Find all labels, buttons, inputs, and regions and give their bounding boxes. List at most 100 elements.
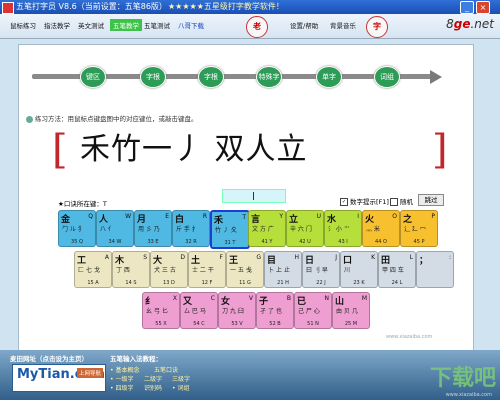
menu-bg-music[interactable]: 背景音乐 xyxy=(330,20,356,30)
key-K[interactable]: 口 K 川 23 K xyxy=(340,251,378,288)
key-sub-radicals: 匚 七 戈 xyxy=(78,267,100,274)
key-sub-radicals: 灬 米 xyxy=(366,226,380,233)
key-zone-code: 34 W xyxy=(108,239,122,245)
key-zone-code: 22 J xyxy=(316,280,326,286)
checkbox-empty-icon[interactable] xyxy=(390,198,398,206)
key-zone-code: 14 S xyxy=(125,280,137,286)
key-sub-radicals: 氵 小 ⺌ xyxy=(328,226,350,233)
key-:[interactable]: ；: xyxy=(416,251,454,288)
tutorial-link-id-code[interactable]: 识别码 xyxy=(144,383,162,392)
key-zone-code: 55 X xyxy=(155,321,167,327)
key-A[interactable]: 工A匚 七 戈 15 A xyxy=(74,251,112,288)
key-zone-code: 42 U xyxy=(299,239,311,245)
teacher-badge-icon[interactable]: 老 xyxy=(246,16,268,38)
tutorial-link-phrase[interactable]: • 词组 xyxy=(172,383,189,392)
practice-bracket-close: ] xyxy=(432,127,448,173)
key-B[interactable]: 子B孑 了 也 52 B xyxy=(256,292,294,329)
key-zone-code: 15 A xyxy=(87,280,99,286)
typing-input[interactable] xyxy=(222,189,286,203)
key-sub-radicals: 一 五 戋 xyxy=(230,267,252,274)
site-logo[interactable]: 8ge.net xyxy=(446,17,494,31)
key-R[interactable]: 白R斤 手 扌 32 R xyxy=(172,210,210,247)
key-F[interactable]: 土F士 二 干 12 F xyxy=(188,251,226,288)
key-D[interactable]: 大D犬 三 古 13 D xyxy=(150,251,188,288)
skip-button[interactable]: 跳过 xyxy=(418,194,444,206)
key-letter: F xyxy=(219,254,223,261)
key-N[interactable]: 已N己 尸 心 51 N xyxy=(294,292,332,329)
key-zone-code: 54 C xyxy=(193,321,205,327)
key-V[interactable]: 女V刀 九 臼 53 V xyxy=(218,292,256,329)
key-Y[interactable]: 言Y文 方 广 41 Y xyxy=(248,210,286,247)
menu-settings-help[interactable]: 设置/帮助 xyxy=(290,20,318,30)
tutorial-link-level4[interactable]: • 四级字 xyxy=(110,383,133,392)
key-U[interactable]: 立U辛 六 门 42 U xyxy=(286,210,324,247)
key-J[interactable]: 日J曰 刂 早 22 J xyxy=(302,251,340,288)
key-sub-radicals: 辛 六 门 xyxy=(290,226,312,233)
key-sub-radicals: 曰 刂 早 xyxy=(306,267,328,274)
key-letter: E xyxy=(165,213,169,220)
key-X[interactable]: 纟X幺 弓 匕 55 X xyxy=(142,292,180,329)
key-zone-code: 52 B xyxy=(269,321,281,327)
random-checkbox[interactable]: 随机 xyxy=(390,196,413,206)
minimize-button[interactable]: _ xyxy=(460,1,474,14)
practice-text: 禾竹一丿 双人立 xyxy=(80,132,308,167)
key-sub-radicals: 丁 西 xyxy=(116,267,130,274)
flow-arrow-icon xyxy=(430,70,442,84)
site-link-title[interactable]: 麦田网址（点击设为主页） xyxy=(10,353,88,363)
key-C[interactable]: 又C厶 巴 马 54 C xyxy=(180,292,218,329)
step-single-chars[interactable]: 单字 xyxy=(316,66,342,88)
key-zone-code: 21 H xyxy=(277,280,289,286)
key-letter: O xyxy=(392,213,397,220)
step-keyboard-area[interactable]: 键区 xyxy=(80,66,106,88)
word-badge-icon[interactable]: 字 xyxy=(366,16,388,38)
menu-fingering[interactable]: 指法教学 xyxy=(44,20,70,30)
menu-english-test[interactable]: 英文测试 xyxy=(78,20,104,30)
key-I[interactable]: 水I氵 小 ⺌ 43 I xyxy=(324,210,362,247)
key-sub-radicals: 八 亻 xyxy=(100,226,114,233)
digit-hint-checkbox[interactable]: ✓ 数字提示[F1] xyxy=(340,196,389,206)
key-S[interactable]: 木S丁 西 14 S xyxy=(112,251,150,288)
tutorial-link-level3[interactable]: 三级字 xyxy=(172,374,190,383)
key-zone-code: 43 I xyxy=(338,239,348,245)
key-zone-code: 12 F xyxy=(201,280,213,286)
menu-download[interactable]: 八哥下载 xyxy=(178,20,204,30)
key-M[interactable]: 山M由 贝 几 25 M xyxy=(332,292,370,329)
key-letter: N xyxy=(324,295,330,302)
step-radicals-1[interactable]: 字根 xyxy=(140,66,166,88)
key-Q[interactable]: 金Q勹 ル 犭 35 Q xyxy=(58,210,96,247)
key-W[interactable]: 人W八 亻 34 W xyxy=(96,210,134,247)
key-sub-radicals: 卜 上 止 xyxy=(268,267,290,274)
step-phrases[interactable]: 词组 xyxy=(374,66,400,88)
key-G[interactable]: 王G一 五 戋 11 G xyxy=(226,251,264,288)
close-button[interactable]: × xyxy=(476,1,490,14)
step-radicals-2[interactable]: 字根 xyxy=(198,66,224,88)
key-zone-code: 24 L xyxy=(391,280,403,286)
tutorial-link-level2[interactable]: 二级字 xyxy=(144,374,162,383)
key-P[interactable]: 之P辶 廴 冖 45 P xyxy=(400,210,438,247)
key-zone-code: 31 T xyxy=(224,240,236,246)
key-letter: K xyxy=(371,254,375,261)
key-letter: R xyxy=(202,213,207,220)
key-zone-code: 45 P xyxy=(413,239,425,245)
key-sub-radicals: 辶 廴 冖 xyxy=(404,226,426,233)
menu-bar: 鼠标练习 指法教学 英文测试 五笔教学 五笔测试 八哥下载 老 设置/帮助 背景… xyxy=(0,14,500,39)
key-E[interactable]: 月E用 彡 乃 33 E xyxy=(134,210,172,247)
checkbox-checked-icon[interactable]: ✓ xyxy=(340,198,348,206)
key-sub-radicals: 厶 巴 马 xyxy=(184,308,206,315)
menu-wubi-test[interactable]: 五笔测试 xyxy=(144,20,170,30)
mytian-logo[interactable]: MyTian.com 上网导航 xyxy=(12,364,106,392)
key-T[interactable]: 禾T竹 丿 夂 31 T xyxy=(210,210,250,249)
menu-wubi-teaching[interactable]: 五笔教学 xyxy=(110,19,142,31)
tutorial-link-level1[interactable]: • 一级字 xyxy=(110,374,133,383)
tutorial-link-basic[interactable]: • 基本概念 xyxy=(110,365,139,374)
menu-mouse-practice[interactable]: 鼠标练习 xyxy=(10,20,36,30)
key-L[interactable]: 田L甲 四 车 24 L xyxy=(378,251,416,288)
tutorial-link-rhyme[interactable]: 五笔口诀 xyxy=(154,365,178,374)
key-sub-radicals: 士 二 干 xyxy=(192,267,214,274)
text-cursor xyxy=(253,192,254,200)
key-sub-radicals: 幺 弓 匕 xyxy=(146,308,168,315)
key-letter: : xyxy=(448,254,451,261)
key-O[interactable]: 火O灬 米 44 O xyxy=(362,210,400,247)
key-H[interactable]: 目H卜 上 止 21 H xyxy=(264,251,302,288)
step-special-chars[interactable]: 特殊字 xyxy=(256,66,282,88)
